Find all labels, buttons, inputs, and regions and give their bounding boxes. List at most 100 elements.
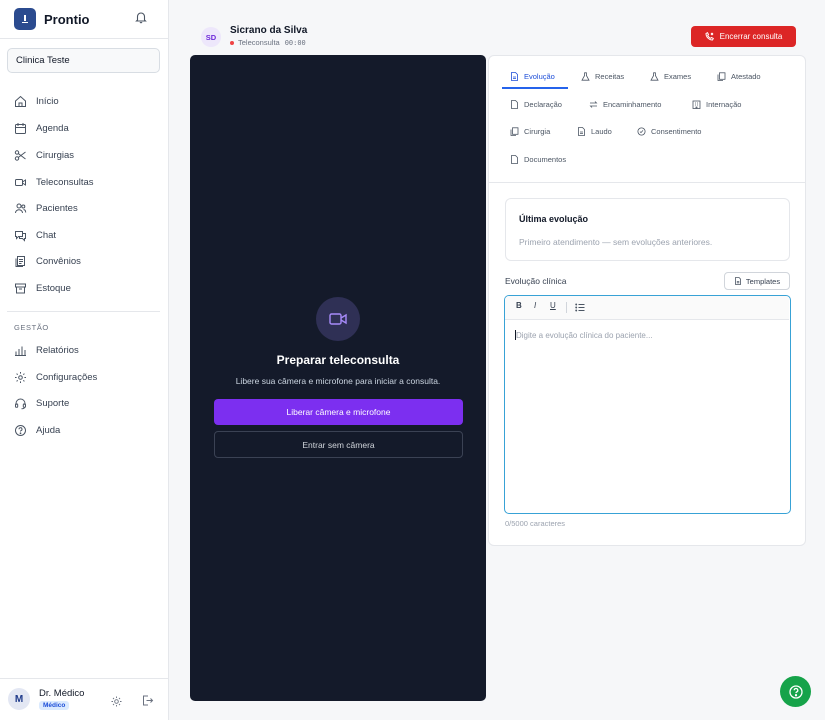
editor-placeholder: Digite a evolução clínica do paciente... bbox=[516, 331, 653, 340]
nav-label: Chat bbox=[36, 229, 57, 241]
box-icon bbox=[15, 283, 26, 293]
divider bbox=[7, 311, 160, 312]
nav-item-teleconsultas[interactable]: Teleconsultas bbox=[14, 173, 94, 191]
list-icon[interactable] bbox=[575, 303, 585, 312]
character-counter: 0/5000 caracteres bbox=[505, 519, 566, 528]
evolution-editor[interactable]: B I U Digite a evolução clínica do pacie… bbox=[504, 295, 791, 514]
patient-name: Sicrano da Silva bbox=[230, 25, 308, 36]
role-badge: Médico bbox=[39, 701, 70, 710]
tab-evolucao[interactable]: Evolução bbox=[510, 68, 555, 84]
tab-consentimento[interactable]: Consentimento bbox=[637, 123, 701, 139]
last-evolution-title: Última evolução bbox=[519, 214, 589, 224]
nav-label: Ajuda bbox=[36, 424, 61, 436]
tab-label: Exames bbox=[664, 71, 692, 81]
avatar: M bbox=[8, 688, 30, 710]
nav-item-convenios[interactable]: Convênios bbox=[14, 252, 81, 270]
nav-label: Configurações bbox=[36, 371, 98, 383]
users-icon bbox=[15, 203, 27, 213]
tab-label: Cirurgia bbox=[524, 126, 551, 136]
nav-label: Pacientes bbox=[36, 202, 78, 214]
consultation-status: Teleconsulta 00:00 bbox=[230, 38, 306, 47]
patient-avatar: SD bbox=[201, 27, 221, 47]
chat-icon bbox=[15, 230, 26, 242]
underline-button[interactable]: U bbox=[550, 301, 556, 310]
headset-icon bbox=[15, 398, 27, 409]
flask-icon bbox=[650, 71, 659, 81]
nav-label: Estoque bbox=[36, 282, 71, 294]
nav-item-configuracoes[interactable]: Configurações bbox=[14, 368, 97, 386]
tab-atestado[interactable]: Atestado bbox=[717, 68, 761, 84]
divider bbox=[0, 38, 169, 39]
bar-chart-icon bbox=[15, 346, 26, 356]
tab-label: Declaração bbox=[524, 99, 562, 109]
tab-internacao[interactable]: Internação bbox=[692, 96, 741, 112]
nav-label: Agenda bbox=[36, 122, 69, 134]
enable-camera-mic-button[interactable]: Liberar câmera e microfone bbox=[214, 399, 463, 425]
toolbar-separator bbox=[566, 302, 567, 313]
nav-item-estoque[interactable]: Estoque bbox=[14, 279, 71, 297]
video-subtitle: Libere sua câmera e microfone para inici… bbox=[235, 376, 441, 386]
nav-label: Cirurgias bbox=[36, 149, 75, 161]
calendar-icon bbox=[15, 122, 26, 134]
user-profile[interactable]: M Dr. Médico Médico bbox=[8, 688, 84, 710]
tab-declaracao[interactable]: Declaração bbox=[510, 96, 562, 112]
building-icon bbox=[692, 100, 701, 109]
camera-badge bbox=[316, 297, 360, 341]
file-icon bbox=[511, 154, 518, 164]
bold-button[interactable]: B bbox=[516, 301, 522, 310]
shield-check-icon bbox=[637, 127, 646, 135]
last-evolution-text: Primeiro atendimento — sem evoluções ant… bbox=[519, 237, 713, 247]
editor-toolbar: B I U bbox=[505, 296, 789, 320]
tab-label: Internação bbox=[706, 99, 742, 109]
logout-icon[interactable] bbox=[141, 694, 154, 707]
last-evolution-card: Última evolução Primeiro atendimento — s… bbox=[505, 198, 790, 261]
nav-label: Teleconsultas bbox=[36, 176, 94, 188]
arrows-icon bbox=[589, 100, 598, 108]
tab-laudo[interactable]: Laudo bbox=[577, 123, 612, 139]
help-icon bbox=[788, 684, 803, 699]
nav-item-inicio[interactable]: Início bbox=[14, 92, 59, 110]
tab-documentos[interactable]: Documentos bbox=[510, 151, 566, 167]
sun-icon[interactable] bbox=[111, 696, 122, 707]
tab-cirurgia[interactable]: Cirurgia bbox=[510, 123, 550, 139]
tab-label: Laudo bbox=[591, 126, 612, 136]
logo-icon bbox=[14, 8, 36, 30]
end-consultation-button[interactable]: Encerrar consulta bbox=[691, 26, 796, 47]
file-icon bbox=[511, 99, 518, 109]
document-icon bbox=[15, 255, 25, 267]
tab-receitas[interactable]: Receitas bbox=[581, 68, 624, 84]
help-icon bbox=[15, 424, 26, 436]
video-camera-icon bbox=[329, 313, 347, 325]
nav-item-suporte[interactable]: Suporte bbox=[14, 394, 69, 412]
nav-label: Convênios bbox=[36, 255, 81, 267]
tab-label: Encaminhamento bbox=[603, 99, 662, 109]
video-icon bbox=[15, 178, 26, 186]
nav-item-pacientes[interactable]: Pacientes bbox=[14, 199, 78, 217]
brand[interactable]: Prontio bbox=[14, 8, 90, 30]
tab-exames[interactable]: Exames bbox=[650, 68, 691, 84]
nav-item-ajuda[interactable]: Ajuda bbox=[14, 421, 60, 439]
consultation-header: SD Sicrano da Silva Teleconsulta 00:00 E… bbox=[190, 17, 806, 54]
consultation-mode: Teleconsulta bbox=[238, 38, 280, 47]
tab-label: Documentos bbox=[524, 154, 567, 164]
video-panel: Preparar teleconsulta Libere sua câmera … bbox=[190, 55, 486, 701]
flask-icon bbox=[581, 71, 590, 81]
live-dot-icon bbox=[230, 40, 234, 45]
tab-encaminhamento[interactable]: Encaminhamento bbox=[589, 96, 661, 112]
italic-button[interactable]: I bbox=[534, 301, 536, 310]
copy-icon bbox=[717, 71, 726, 81]
help-fab[interactable] bbox=[780, 676, 811, 707]
nav-item-chat[interactable]: Chat bbox=[14, 226, 56, 244]
bell-icon[interactable] bbox=[134, 10, 148, 24]
tab-label: Consentimento bbox=[651, 126, 702, 136]
file-icon bbox=[735, 277, 741, 285]
clinic-selector[interactable]: Clinica Teste bbox=[7, 48, 160, 73]
nav-item-cirurgias[interactable]: Cirurgias bbox=[14, 146, 74, 164]
nav-item-agenda[interactable]: Agenda bbox=[14, 119, 69, 137]
join-without-camera-button[interactable]: Entrar sem câmera bbox=[214, 431, 463, 458]
phone-off-icon bbox=[705, 32, 714, 41]
video-title: Preparar teleconsulta bbox=[276, 353, 400, 367]
nav-item-relatorios[interactable]: Relatórios bbox=[14, 341, 79, 359]
templates-button[interactable]: Templates bbox=[724, 272, 790, 290]
nav-label: Início bbox=[36, 95, 59, 107]
